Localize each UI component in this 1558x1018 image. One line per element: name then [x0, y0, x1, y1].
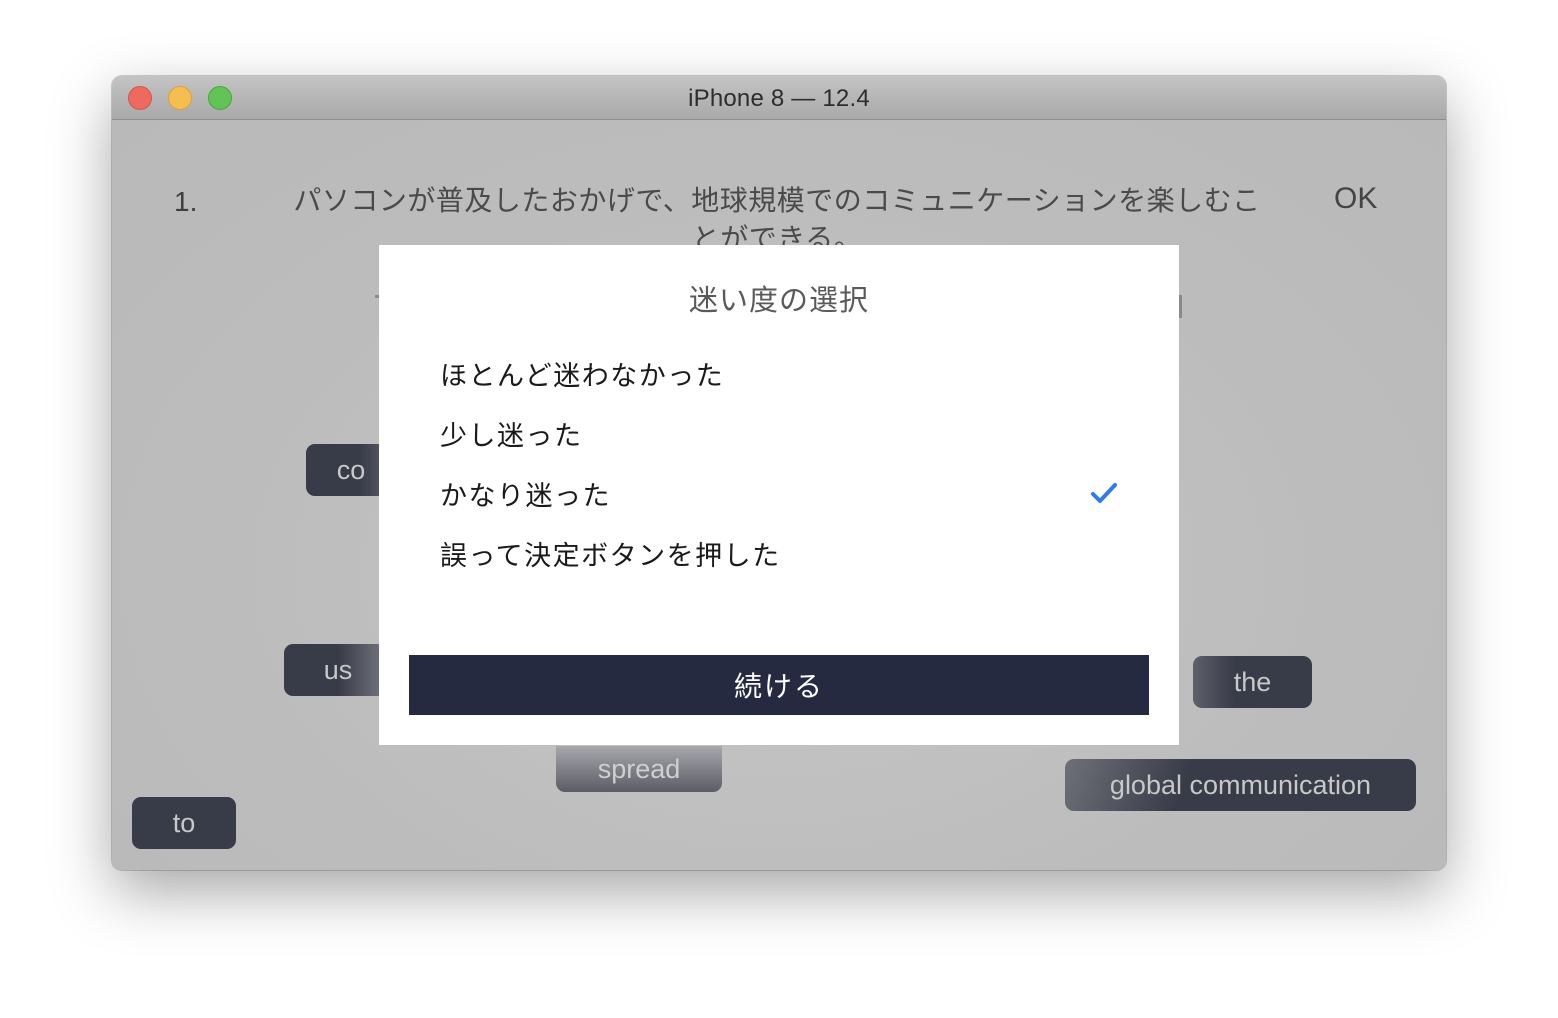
- dialog-title: 迷い度の選択: [688, 285, 869, 317]
- word-chip[interactable]: spread: [556, 746, 722, 792]
- title-bar: iPhone 8 — 12.4: [112, 76, 1446, 120]
- word-chip[interactable]: global communication: [1065, 759, 1416, 811]
- option-label: 誤って決定ボタンを押した: [440, 540, 781, 571]
- word-chip-label: co: [336, 454, 366, 485]
- option-label: ほとんど迷わなかった: [440, 360, 725, 391]
- word-chip[interactable]: the: [1193, 656, 1312, 708]
- hesitation-dialog: 迷い度の選択 ほとんど迷わなかった 少し迷った かなり迷った 誤って決定ボタンを…: [379, 245, 1179, 745]
- option-slight-hesitation[interactable]: 少し迷った: [409, 405, 1149, 461]
- word-chip[interactable]: to: [132, 797, 236, 849]
- option-much-hesitation[interactable]: かなり迷った: [409, 465, 1149, 521]
- window-title: iPhone 8 — 12.4: [688, 85, 870, 112]
- word-chip-label: spread: [597, 753, 681, 784]
- option-label: 少し迷った: [440, 420, 583, 451]
- option-pressed-by-mistake[interactable]: 誤って決定ボタンを押した: [409, 525, 1149, 581]
- word-chip-label: global communication: [1109, 769, 1372, 800]
- continue-button[interactable]: 続ける: [409, 655, 1149, 715]
- ok-button[interactable]: OK: [1334, 182, 1377, 216]
- word-chip-label: us: [323, 654, 353, 685]
- word-chip-label: the: [1233, 666, 1272, 697]
- answer-slot-right-edge: [1179, 295, 1182, 318]
- word-chip-label: to: [172, 807, 196, 838]
- question-number: 1.: [174, 186, 198, 217]
- checkmark-icon: [1091, 483, 1117, 503]
- option-almost-no-hesitation[interactable]: ほとんど迷わなかった: [409, 345, 1149, 401]
- option-label: かなり迷った: [440, 480, 611, 511]
